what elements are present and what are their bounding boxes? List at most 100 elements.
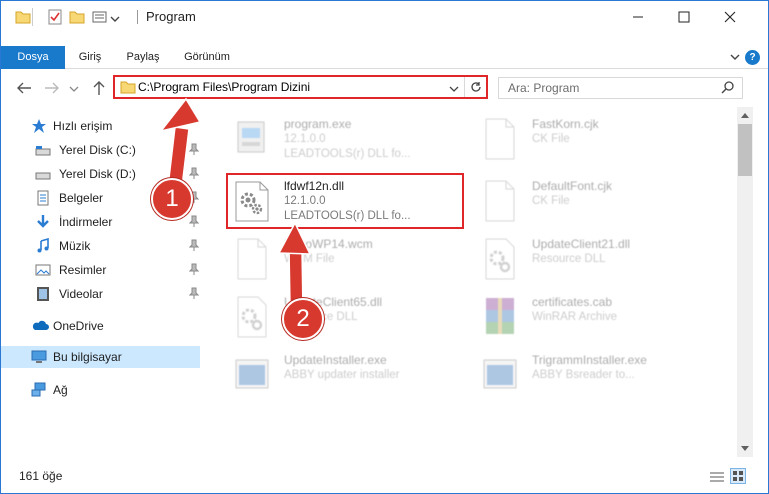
- installer-icon: [230, 352, 274, 398]
- minimize-button[interactable]: [615, 1, 661, 32]
- sidebar-item-music[interactable]: Müzik: [7, 235, 200, 257]
- cloud-icon: [31, 318, 49, 334]
- pin-icon[interactable]: [188, 287, 200, 302]
- blank-file-icon: [230, 236, 274, 282]
- search-icon[interactable]: [721, 81, 734, 97]
- tab-file[interactable]: Dosya: [1, 46, 65, 69]
- item-count: 161 öğe: [19, 469, 63, 483]
- folder-icon[interactable]: [15, 9, 31, 25]
- status-bar: 161 öğe: [1, 461, 768, 493]
- step-2-badge: 2: [282, 298, 324, 340]
- scroll-down-button[interactable]: [737, 441, 753, 457]
- minimize-icon: [633, 16, 643, 17]
- chevron-down-icon[interactable]: [449, 83, 459, 97]
- computer-icon: [31, 349, 47, 365]
- address-row: C:\Program Files\Program Dizini Ara: Pro…: [1, 69, 768, 107]
- pin-icon[interactable]: [188, 143, 200, 158]
- drive-icon: [35, 142, 51, 158]
- properties-icon[interactable]: [47, 9, 63, 25]
- file-item[interactable]: program.exe 12.1.0.0 LEADTOOLS(r) DLL fo…: [226, 111, 466, 167]
- drive-icon: [35, 166, 51, 182]
- explorer-window: Program Dosya Giriş Paylaş Görünüm ? C:\…: [0, 0, 769, 494]
- customize-toolbar-icon[interactable]: [92, 9, 108, 25]
- installer-icon: [478, 352, 522, 398]
- maximize-button[interactable]: [661, 1, 707, 32]
- close-button[interactable]: [707, 1, 753, 32]
- address-path[interactable]: C:\Program Files\Program Dizini: [138, 80, 310, 94]
- file-item[interactable]: UpdateClient65.dll Resource DLL: [226, 289, 466, 345]
- refresh-icon: [470, 82, 481, 92]
- video-icon: [35, 286, 51, 302]
- window-title: Program: [146, 9, 196, 24]
- step-1-badge: 1: [151, 178, 193, 220]
- back-button[interactable]: [15, 80, 33, 96]
- search-box[interactable]: Ara: Program: [498, 77, 743, 99]
- file-item[interactable]: UpdateClient21.dll Resource DLL: [474, 231, 714, 287]
- network-icon: [31, 382, 47, 398]
- search-input[interactable]: Ara: Program: [508, 81, 579, 95]
- divider: [32, 8, 33, 26]
- sidebar-item-disk-c[interactable]: Yerel Disk (C:): [7, 139, 200, 161]
- navigation-pane: Hızlı erişim Yerel Disk (C:) Yerel Disk …: [1, 107, 201, 457]
- divider: [137, 10, 138, 24]
- large-icons-view-button[interactable]: [730, 468, 746, 484]
- pin-icon[interactable]: [188, 167, 200, 182]
- tab-home[interactable]: Giriş: [65, 46, 115, 69]
- music-icon: [35, 237, 51, 254]
- address-bar[interactable]: C:\Program Files\Program Dizini: [113, 75, 488, 99]
- download-icon: [35, 214, 51, 230]
- file-item[interactable]: UpdateInstaller.exe ABBY updater install…: [226, 347, 466, 403]
- blank-file-icon: [478, 178, 522, 224]
- details-view-icon: [710, 472, 724, 482]
- scroll-up-button[interactable]: [737, 107, 753, 123]
- arrow-right-icon: [45, 82, 59, 94]
- file-item[interactable]: RecoWP14.wcm WCM File: [226, 231, 466, 287]
- sidebar-item-this-pc[interactable]: Bu bilgisayar: [1, 346, 200, 368]
- new-folder-icon[interactable]: [69, 9, 85, 25]
- file-item-target-dll[interactable]: lfdwf12n.dll 12.1.0.0 LEADTOOLS(r) DLL f…: [226, 173, 466, 229]
- arrow-up-icon: [93, 81, 105, 95]
- tab-share[interactable]: Paylaş: [115, 46, 171, 69]
- file-item[interactable]: TrigrammInstaller.exe ABBY Bsreader to..…: [474, 347, 714, 403]
- blank-file-icon: [478, 116, 522, 162]
- vertical-scrollbar[interactable]: [737, 107, 753, 457]
- file-item[interactable]: FastKorn.cjk CK File: [474, 111, 714, 167]
- refresh-button[interactable]: [464, 77, 486, 97]
- pictures-icon: [35, 262, 51, 278]
- close-icon: [724, 11, 736, 22]
- dll-gear-icon: [478, 236, 522, 282]
- folder-icon: [120, 80, 136, 97]
- exe-icon: [230, 116, 274, 162]
- sidebar-item-network[interactable]: Ağ: [7, 379, 199, 401]
- winrar-icon: [478, 294, 522, 340]
- dll-gear-icon: [230, 178, 274, 224]
- maximize-icon: [678, 11, 690, 22]
- star-icon: [31, 118, 47, 134]
- up-button[interactable]: [90, 80, 108, 96]
- file-item[interactable]: DefaultFont.cjk CK File: [474, 173, 714, 229]
- sidebar-item-pictures[interactable]: Resimler: [7, 259, 200, 281]
- arrow-left-icon: [17, 82, 31, 94]
- sidebar-item-onedrive[interactable]: OneDrive: [7, 315, 199, 337]
- chevron-down-icon[interactable]: [110, 13, 126, 29]
- title-bar: Program: [1, 1, 768, 32]
- ribbon-tabs: Dosya Giriş Paylaş Görünüm ?: [1, 46, 768, 69]
- pin-icon[interactable]: [188, 263, 200, 278]
- chevron-down-icon: [69, 86, 79, 92]
- forward-button[interactable]: [43, 80, 61, 96]
- documents-icon: [35, 190, 51, 206]
- pin-icon[interactable]: [188, 215, 200, 230]
- dll-gear-icon: [230, 294, 274, 340]
- sidebar-item-quick-access[interactable]: Hızlı erişim: [7, 115, 199, 137]
- chevron-down-icon[interactable]: [730, 51, 740, 65]
- file-list: program.exe 12.1.0.0 LEADTOOLS(r) DLL fo…: [204, 107, 737, 457]
- help-button[interactable]: ?: [745, 50, 760, 65]
- scrollbar-thumb[interactable]: [738, 124, 752, 176]
- sidebar-item-videos[interactable]: Videolar: [7, 283, 200, 305]
- tab-view[interactable]: Görünüm: [171, 46, 243, 69]
- tiles-view-icon: [733, 471, 743, 481]
- details-view-button[interactable]: [709, 469, 725, 488]
- recent-locations-button[interactable]: [68, 82, 80, 98]
- file-item[interactable]: certificates.cab WinRAR Archive: [474, 289, 714, 345]
- pin-icon[interactable]: [188, 239, 200, 254]
